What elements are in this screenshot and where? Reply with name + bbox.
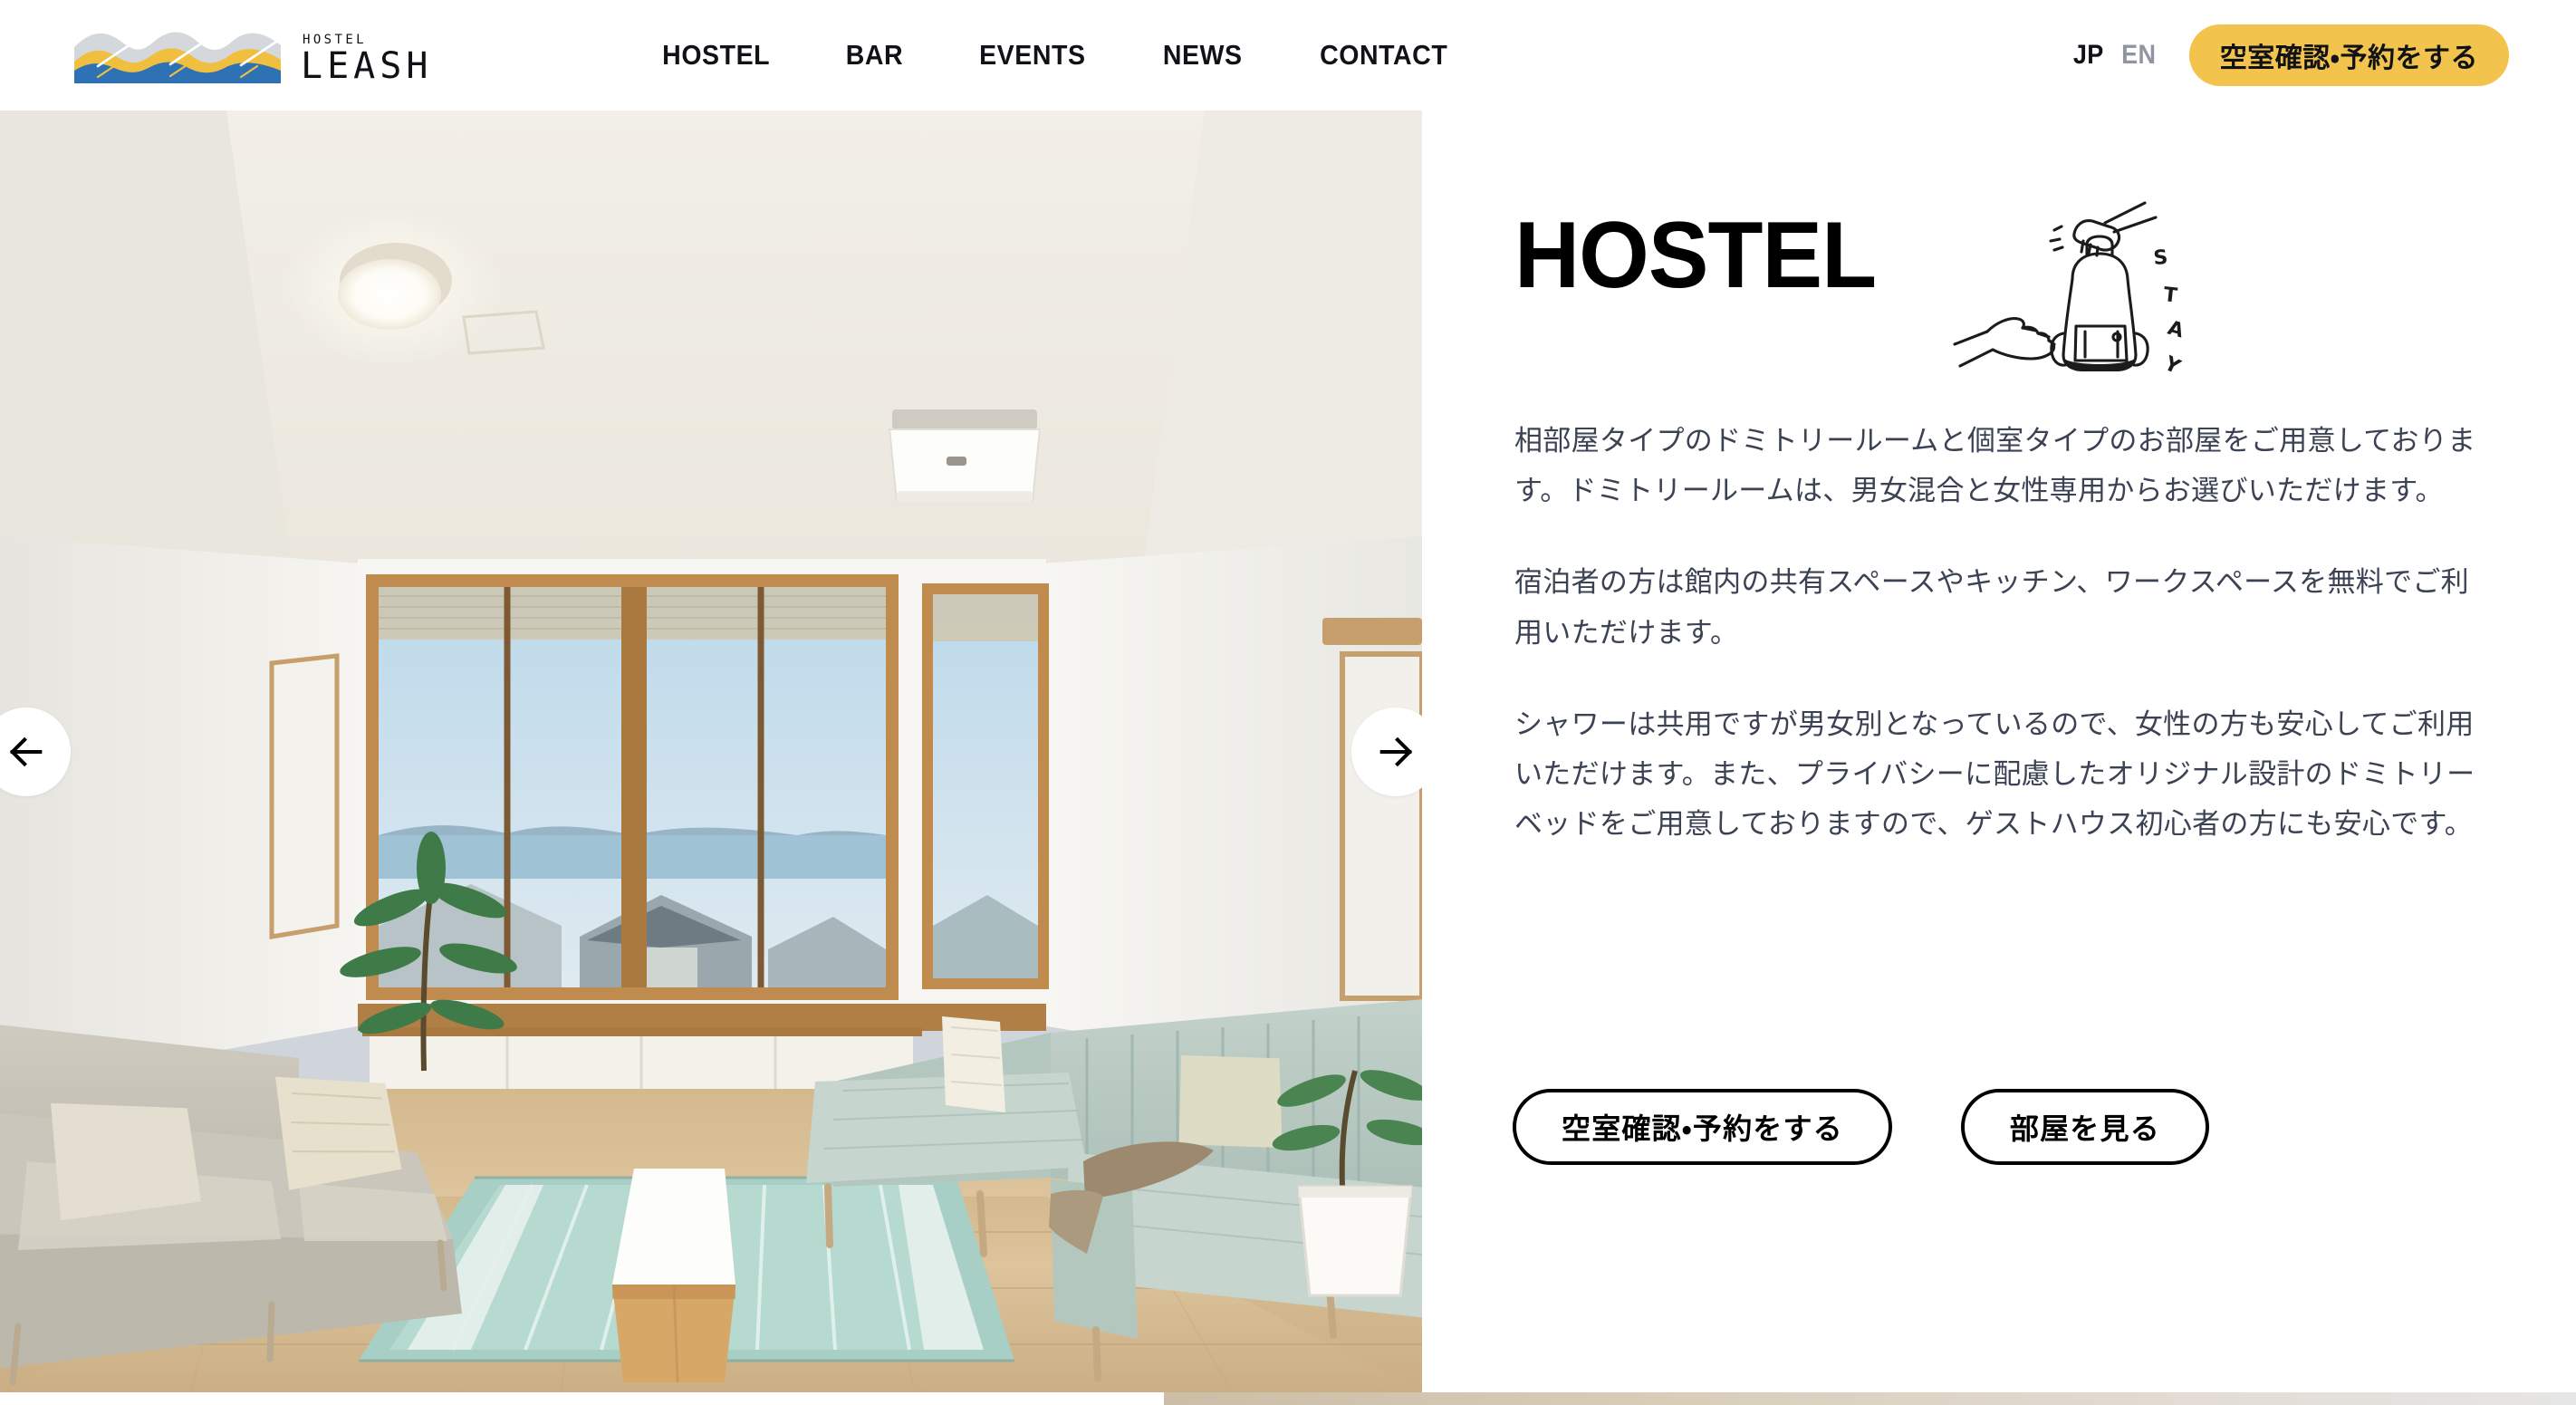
header-actions: JP EN 空室確認・予約をする [2071, 0, 2509, 111]
reserve-cta-button[interactable]: 空室確認・予約をする [1513, 1089, 1892, 1165]
arrow-left-icon [5, 731, 47, 773]
stay-letter-a: A [2165, 317, 2186, 343]
stay-letter-s: S [2153, 246, 2169, 270]
stay-letter-y: Y [2159, 351, 2184, 379]
header-reserve-button[interactable]: 空室確認・予約をする [2188, 24, 2509, 86]
nav-bar[interactable]: BAR [814, 39, 935, 72]
lang-jp[interactable]: JP [2073, 40, 2104, 71]
intro-paragraph-3: シャワーは共用ですが男女別となっているので、女性の方も安心してご利用いただけます… [1514, 707, 2475, 842]
page-root: HOSTEL LEASH HOSTEL BAR EVENTS NEWS CONT… [0, 0, 2576, 1405]
cta-button-row: 空室確認・予約をする 部屋を見る [1513, 1089, 2209, 1165]
hostel-intro-section: HOSTEL S T A Y 相部屋タイプのドミトリールームと個室タイプのお部屋… [1422, 111, 2576, 1392]
primary-nav: HOSTEL BAR EVENTS NEWS CONTACT [623, 39, 1488, 72]
wave-logo-icon [74, 27, 281, 83]
view-rooms-button[interactable]: 部屋を見る [1960, 1089, 2209, 1165]
hero-room-photo [0, 111, 1422, 1392]
intro-paragraph-2: 宿泊者の方は館内の共有スペースやキッチン、ワークスペースを無料でご利用いただけま… [1514, 566, 2469, 650]
intro-copy: 相部屋タイプのドミトリールームと個室タイプのお部屋をご用意しております。ドミトリ… [1514, 417, 2494, 850]
hero-image-carousel [0, 111, 1422, 1392]
next-section-preview [1164, 1392, 2576, 1405]
section-heading-row: HOSTEL S T A Y [1514, 201, 2187, 380]
stay-letter-t: T [2162, 284, 2178, 307]
arrow-right-icon [1375, 731, 1417, 773]
language-switcher: JP EN [2071, 40, 2158, 71]
nav-news[interactable]: NEWS [1131, 39, 1274, 72]
intro-paragraph-1: 相部屋タイプのドミトリールームと個室タイプのお部屋をご用意しております。ドミトリ… [1514, 425, 2476, 508]
site-logo[interactable]: HOSTEL LEASH [74, 27, 471, 83]
backpack-hands-stay-illustration: S T A Y [1940, 199, 2239, 390]
logo-wordmark: HOSTEL LEASH [301, 27, 471, 83]
nav-contact[interactable]: CONTACT [1289, 39, 1480, 72]
nav-events[interactable]: EVENTS [947, 39, 1117, 72]
logo-name-text: LEASH [301, 45, 432, 83]
site-header: HOSTEL LEASH HOSTEL BAR EVENTS NEWS CONT… [0, 0, 2576, 111]
page-title: HOSTEL [1514, 203, 1877, 308]
lang-en[interactable]: EN [2121, 40, 2156, 71]
nav-hostel[interactable]: HOSTEL [630, 39, 802, 72]
